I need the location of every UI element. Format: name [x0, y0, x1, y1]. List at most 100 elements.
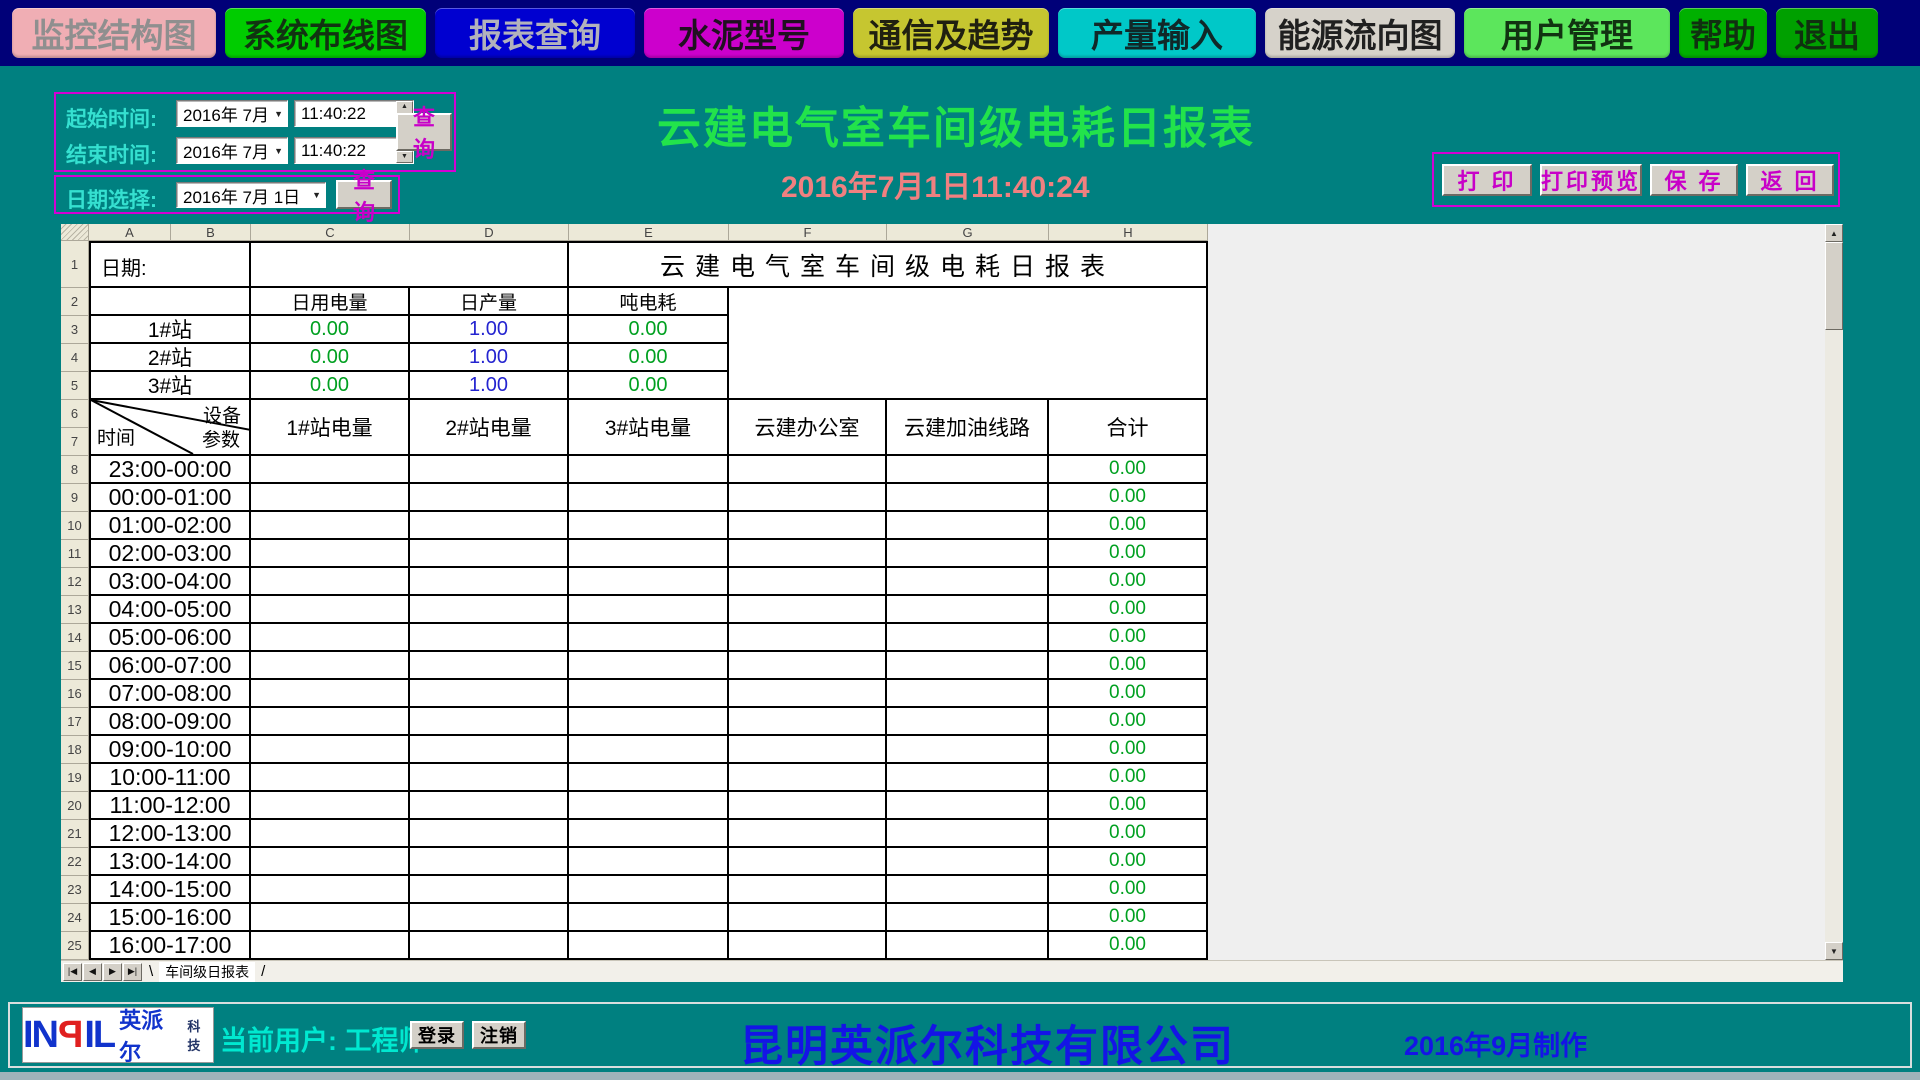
row-header[interactable]: 18: [61, 736, 89, 764]
row-header[interactable]: 24: [61, 904, 89, 932]
print-button[interactable]: 打 印: [1442, 164, 1532, 196]
nav-button-comm-trend[interactable]: 通信及趋势: [853, 8, 1049, 58]
current-user-label: 当前用户: 工程师: [220, 1019, 426, 1058]
row-header[interactable]: 8: [61, 456, 89, 484]
scrollbar-thumb[interactable]: [1825, 242, 1843, 330]
nav-prev-icon[interactable]: ◀: [83, 963, 102, 981]
empty-cell: [410, 736, 569, 764]
empty-cell: [887, 792, 1049, 820]
login-button[interactable]: 登录: [410, 1021, 464, 1049]
col-header-g[interactable]: G: [887, 224, 1049, 241]
print-preview-button[interactable]: 打印预览: [1540, 164, 1642, 196]
total-value: 0.00: [1049, 568, 1208, 596]
company-logo: IN P IL 英派尔 科技: [22, 1007, 214, 1063]
empty-cell: [569, 456, 729, 484]
empty-cell: [410, 568, 569, 596]
row-header[interactable]: 23: [61, 876, 89, 904]
station-output-value[interactable]: 1.00: [410, 316, 569, 344]
chevron-down-icon[interactable]: ▼: [312, 190, 321, 200]
station-output-value[interactable]: 1.00: [410, 372, 569, 400]
total-value: 0.00: [1049, 484, 1208, 512]
empty-cell: [729, 848, 887, 876]
total-value: 0.00: [1049, 512, 1208, 540]
empty-cell: [410, 848, 569, 876]
query-date-button[interactable]: 查询: [336, 180, 392, 209]
empty-cell: [410, 624, 569, 652]
hour-col-header: 合计: [1049, 400, 1208, 456]
empty-cell: [887, 848, 1049, 876]
row-header[interactable]: 13: [61, 596, 89, 624]
row-header[interactable]: 4: [61, 344, 89, 372]
empty-cell: [729, 792, 887, 820]
empty-cell: [251, 820, 410, 848]
nav-button-user-management[interactable]: 用户管理: [1464, 8, 1670, 58]
row-header[interactable]: 14: [61, 624, 89, 652]
scroll-up-icon[interactable]: ▲: [1825, 224, 1843, 242]
row-header[interactable]: 21: [61, 820, 89, 848]
logout-button[interactable]: 注销: [472, 1021, 526, 1049]
nav-button-system-wiring[interactable]: 系统布线图: [225, 8, 426, 58]
nav-button-output-entry[interactable]: 产量输入: [1058, 8, 1256, 58]
row-header[interactable]: 1: [61, 241, 89, 288]
back-button[interactable]: 返 回: [1746, 164, 1834, 196]
total-value: 0.00: [1049, 680, 1208, 708]
hour-col-header: 2#站电量: [410, 400, 569, 456]
row-header[interactable]: 22: [61, 848, 89, 876]
row-header[interactable]: 2: [61, 288, 89, 316]
start-date-combo[interactable]: 2016年 7月 ▼: [176, 100, 288, 127]
row-header[interactable]: 11: [61, 540, 89, 568]
col-header-c[interactable]: C: [251, 224, 410, 241]
row-header[interactable]: 12: [61, 568, 89, 596]
empty-cell: [729, 652, 887, 680]
nav-button-energy-flow[interactable]: 能源流向图: [1265, 8, 1455, 58]
nav-last-icon[interactable]: ▶|: [123, 963, 142, 981]
date-select-combo[interactable]: 2016年 7月 1日 ▼: [176, 182, 326, 208]
row-header[interactable]: 5: [61, 372, 89, 400]
row-header[interactable]: 7: [61, 428, 89, 456]
time-slot: 23:00-00:00: [89, 456, 251, 484]
empty-cell: [569, 792, 729, 820]
sheet-tab-workshop-daily[interactable]: 车间级日报表: [159, 962, 255, 982]
end-date-combo[interactable]: 2016年 7月 ▼: [176, 137, 288, 164]
chevron-down-icon[interactable]: ▼: [274, 109, 283, 119]
query-range-button[interactable]: 查询: [396, 113, 452, 151]
nav-button-help[interactable]: 帮助: [1679, 8, 1767, 58]
row-header[interactable]: 3: [61, 316, 89, 344]
col-header-d[interactable]: D: [410, 224, 569, 241]
empty-box-cell: [251, 241, 569, 288]
empty-cell: [887, 624, 1049, 652]
nav-button-monitor-structure[interactable]: 监控结构图: [12, 8, 216, 58]
select-all-corner[interactable]: [61, 224, 89, 241]
time-slot: 07:00-08:00: [89, 680, 251, 708]
empty-cell: [729, 708, 887, 736]
empty-cell: [569, 652, 729, 680]
save-button[interactable]: 保 存: [1650, 164, 1738, 196]
col-header-a[interactable]: A: [89, 224, 171, 241]
nav-first-icon[interactable]: |◀: [63, 963, 82, 981]
nav-button-cement-type[interactable]: 水泥型号: [644, 8, 844, 58]
nav-next-icon[interactable]: ▶: [103, 963, 122, 981]
col-header-h[interactable]: H: [1049, 224, 1208, 241]
nav-button-exit[interactable]: 退出: [1776, 8, 1878, 58]
row-header[interactable]: 17: [61, 708, 89, 736]
empty-cell: [251, 540, 410, 568]
row-header[interactable]: 10: [61, 512, 89, 540]
row-header[interactable]: 6: [61, 400, 89, 428]
nav-button-report-query[interactable]: 报表查询: [435, 8, 635, 58]
row-header[interactable]: 19: [61, 764, 89, 792]
row-header[interactable]: 15: [61, 652, 89, 680]
col-header-e[interactable]: E: [569, 224, 729, 241]
station-output-value[interactable]: 1.00: [410, 344, 569, 372]
row-header[interactable]: 9: [61, 484, 89, 512]
date-cell: 日期:: [89, 241, 251, 288]
chevron-down-icon[interactable]: ▼: [274, 146, 283, 156]
col-header-f[interactable]: F: [729, 224, 887, 241]
vertical-scrollbar[interactable]: ▲ ▼: [1825, 224, 1843, 960]
row-header[interactable]: 16: [61, 680, 89, 708]
row-header[interactable]: 20: [61, 792, 89, 820]
col-header-b[interactable]: B: [171, 224, 251, 241]
empty-cell: [251, 512, 410, 540]
row-header[interactable]: 25: [61, 932, 89, 960]
scroll-down-icon[interactable]: ▼: [1825, 942, 1843, 960]
time-range-panel: 起始时间: 2016年 7月 ▼ 11:40:22 ▲ ▼ 结束时间: 2016…: [54, 92, 456, 172]
